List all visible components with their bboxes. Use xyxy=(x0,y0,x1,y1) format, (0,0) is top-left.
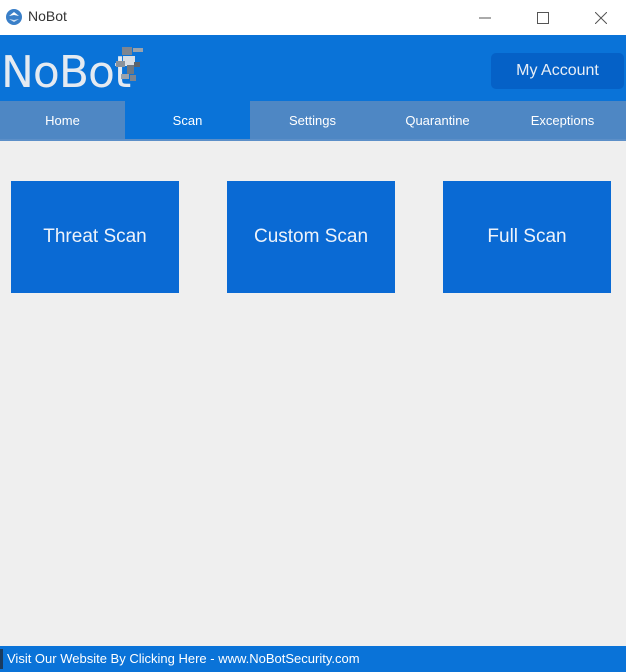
maximize-icon xyxy=(537,11,549,24)
window-title: NoBot xyxy=(28,8,67,24)
app-icon xyxy=(5,8,23,26)
minimize-icon xyxy=(479,12,491,24)
maximize-button[interactable] xyxy=(520,0,566,35)
full-scan-button[interactable]: Full Scan xyxy=(443,181,611,293)
custom-scan-button[interactable]: Custom Scan xyxy=(227,181,395,293)
minimize-button[interactable] xyxy=(462,0,508,35)
footer-bar: Visit Our Website By Clicking Here - www… xyxy=(0,646,626,672)
threat-scan-button[interactable]: Threat Scan xyxy=(11,181,179,293)
website-link[interactable]: Visit Our Website By Clicking Here - www… xyxy=(7,651,360,666)
tab-settings[interactable]: Settings xyxy=(250,101,375,139)
my-account-button[interactable]: My Account xyxy=(491,53,624,89)
bot-mascot-icon xyxy=(113,45,147,90)
close-icon xyxy=(595,11,607,24)
main-tabs: Home Scan Settings Quarantine Exceptions xyxy=(0,101,626,139)
window-titlebar: NoBot xyxy=(0,0,626,35)
tab-exceptions[interactable]: Exceptions xyxy=(500,101,625,139)
logo-text: NoBot xyxy=(1,47,131,98)
footer-accent xyxy=(0,649,3,669)
close-button[interactable] xyxy=(578,0,624,35)
tab-home[interactable]: Home xyxy=(0,101,125,139)
tab-scan[interactable]: Scan xyxy=(125,101,250,139)
app-header: NoBot My Account xyxy=(0,35,626,101)
tab-divider xyxy=(0,139,626,141)
tab-quarantine[interactable]: Quarantine xyxy=(375,101,500,139)
